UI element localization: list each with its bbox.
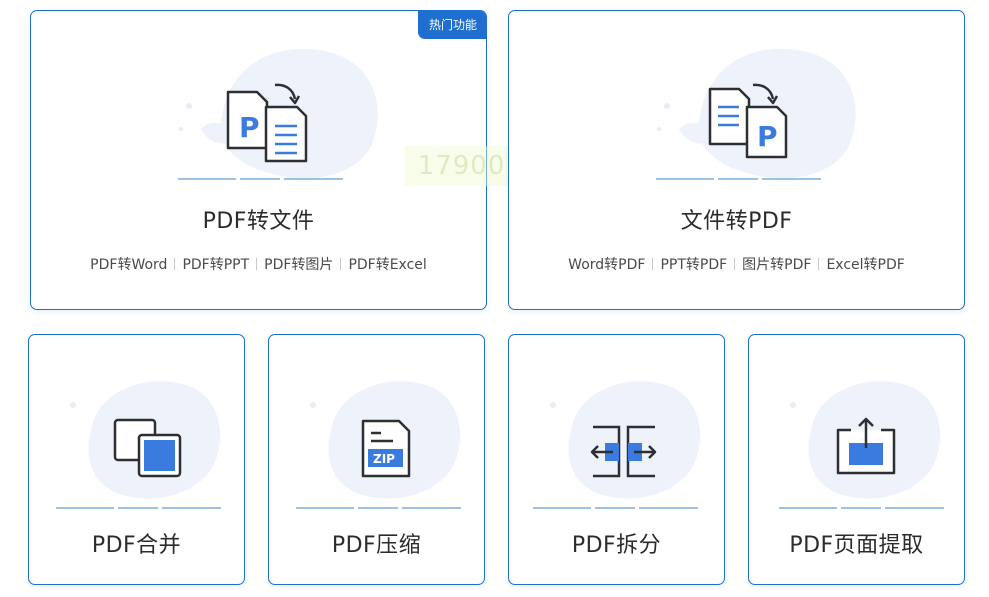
decorative-baseline [296, 507, 461, 509]
link-excel-to-pdf[interactable]: Excel转PDF [819, 257, 911, 273]
decorative-baseline [533, 507, 698, 509]
link-image-to-pdf[interactable]: 图片转PDF [735, 257, 818, 273]
card-title[interactable]: PDF页面提取 [749, 527, 964, 559]
decorative-baseline [178, 178, 343, 180]
pdf-extract-pages-card[interactable]: PDF页面提取 [748, 334, 965, 585]
decorative-baseline [779, 507, 944, 509]
card-title[interactable]: PDF压缩 [269, 527, 484, 559]
pdf-merge-card[interactable]: PDF合并 [28, 334, 245, 585]
link-pdf-to-excel[interactable]: PDF转Excel [341, 257, 433, 273]
svg-text:P: P [239, 111, 260, 144]
card-title[interactable]: PDF拆分 [509, 527, 724, 559]
conversion-links: Word转PDF PPT转PDF 图片转PDF Excel转PDF [509, 254, 964, 274]
card-title[interactable]: 文件转PDF [509, 203, 964, 235]
link-word-to-pdf[interactable]: Word转PDF [561, 257, 652, 273]
card-title[interactable]: PDF合并 [29, 527, 244, 559]
svg-text:P: P [757, 120, 778, 153]
link-pdf-to-image[interactable]: PDF转图片 [257, 257, 340, 273]
decorative-baseline [56, 507, 221, 509]
svg-text:ZIP: ZIP [373, 452, 395, 466]
pdf-split-card[interactable]: PDF拆分 [508, 334, 725, 585]
pdf-compress-card[interactable]: ZIP PDF压缩 [268, 334, 485, 585]
decorative-baseline [656, 178, 821, 180]
link-ppt-to-pdf[interactable]: PPT转PDF [653, 257, 734, 273]
card-title[interactable]: PDF转文件 [31, 203, 486, 235]
link-pdf-to-ppt[interactable]: PDF转PPT [175, 257, 256, 273]
hot-feature-badge: 热门功能 [417, 11, 486, 39]
link-pdf-to-word[interactable]: PDF转Word [83, 257, 174, 273]
file-to-pdf-card[interactable]: P 文件转PDF Word转PDF PPT转PDF 图片转PDF Excel转PDF [508, 10, 965, 310]
conversion-links: PDF转Word PDF转PPT PDF转图片 PDF转Excel [31, 254, 486, 274]
